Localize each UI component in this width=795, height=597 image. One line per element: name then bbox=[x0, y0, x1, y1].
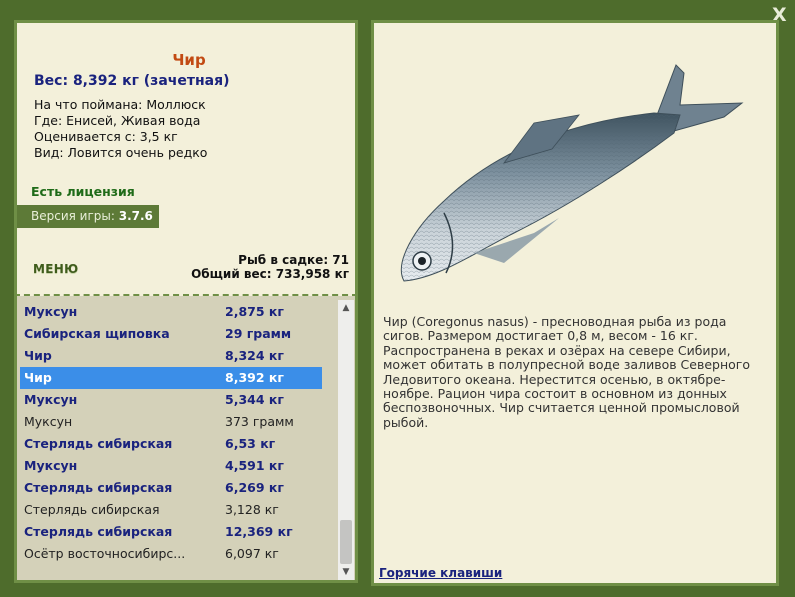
list-item[interactable]: Стерлядь сибирская 6,53 кг bbox=[20, 433, 322, 455]
license-status: Есть лицензия bbox=[31, 184, 135, 199]
list-item-weight: 8,392 кг bbox=[225, 370, 284, 385]
list-item-weight: 5,344 кг bbox=[225, 392, 284, 407]
fish-bait: На что поймана: Моллюск bbox=[34, 97, 206, 112]
list-item[interactable]: Чир 8,324 кг bbox=[20, 345, 322, 367]
list-item-weight: 12,369 кг bbox=[225, 524, 293, 539]
list-item[interactable]: Муксун 4,591 кг bbox=[20, 455, 322, 477]
list-item[interactable]: Чир 8,392 кг bbox=[20, 367, 322, 389]
list-item[interactable]: Стерлядь сибирская 12,369 кг bbox=[20, 521, 322, 543]
version-bar: Версия игры: 3.7.6 bbox=[17, 205, 159, 228]
list-item-name: Стерлядь сибирская bbox=[24, 480, 173, 495]
scroll-thumb[interactable] bbox=[340, 520, 352, 564]
scroll-up-icon[interactable]: ▲ bbox=[338, 300, 354, 316]
list-item-name: Стерлядь сибирская bbox=[24, 502, 160, 517]
list-item-weight: 3,128 кг bbox=[225, 502, 279, 517]
fish-weight: Вес: 8,392 кг (зачетная) bbox=[34, 73, 230, 89]
keepnet-stats: Рыб в садке: 71 Общий вес: 733,958 кг bbox=[191, 253, 349, 281]
list-item-weight: 373 грамм bbox=[225, 414, 294, 429]
list-item-weight: 6,269 кг bbox=[225, 480, 284, 495]
list-item-name: Муксун bbox=[24, 392, 78, 407]
list-item-name: Стерлядь сибирская bbox=[24, 524, 173, 539]
keepnet-count: Рыб в садке: 71 bbox=[238, 253, 349, 267]
list-item-name: Чир bbox=[24, 370, 52, 385]
list-item-name: Муксун bbox=[24, 414, 73, 429]
menu-button[interactable]: МЕНЮ bbox=[33, 262, 78, 276]
list-item[interactable]: Стерлядь сибирская 6,269 кг bbox=[20, 477, 322, 499]
version-label: Версия игры: bbox=[31, 209, 115, 223]
list-item-weight: 29 грамм bbox=[225, 326, 292, 341]
list-item-name: Стерлядь сибирская bbox=[24, 436, 173, 451]
catch-list: Муксун 2,875 кг Сибирская щиповка 29 грамм Ч… bbox=[14, 296, 358, 583]
list-item[interactable]: Сибирская щиповка 29 грамм bbox=[20, 323, 322, 345]
fish-detail-panel: Чир (Coregonus nasus) - пресноводная рыб… bbox=[371, 20, 779, 586]
keepnet-total-weight: Общий вес: 733,958 кг bbox=[191, 267, 349, 281]
fish-rated-from: Оценивается с: 3,5 кг bbox=[34, 129, 178, 144]
list-item[interactable]: Муксун 2,875 кг bbox=[20, 301, 322, 323]
list-item-name: Сибирская щиповка bbox=[24, 326, 170, 341]
list-item-name: Чир bbox=[24, 348, 52, 363]
list-item[interactable]: Муксун 373 грамм bbox=[20, 411, 322, 433]
fish-description: Чир (Coregonus nasus) - пресноводная рыб… bbox=[383, 314, 751, 430]
list-item[interactable]: Осётр восточносибирс... 6,097 кг bbox=[20, 543, 322, 565]
fish-image bbox=[400, 64, 744, 282]
list-item-weight: 6,53 кг bbox=[225, 436, 276, 451]
version-value: 3.7.6 bbox=[118, 209, 153, 223]
list-item-name: Муксун bbox=[24, 304, 78, 319]
scrollbar[interactable]: ▲ ▼ bbox=[338, 300, 354, 580]
list-item-weight: 2,875 кг bbox=[225, 304, 284, 319]
list-item-weight: 8,324 кг bbox=[225, 348, 284, 363]
fish-name: Чир bbox=[172, 51, 206, 69]
list-item-weight: 6,097 кг bbox=[225, 546, 279, 561]
list-item[interactable]: Стерлядь сибирская 3,128 кг bbox=[20, 499, 322, 521]
fish-kind: Вид: Ловится очень редко bbox=[34, 145, 208, 160]
scroll-down-icon[interactable]: ▼ bbox=[338, 564, 354, 580]
fish-location: Где: Енисей, Живая вода bbox=[34, 113, 201, 128]
list-item-name: Осётр восточносибирс... bbox=[24, 546, 186, 561]
fish-info-panel: Чир Вес: 8,392 кг (зачетная) На что пойм… bbox=[14, 20, 358, 296]
list-item-name: Муксун bbox=[24, 458, 78, 473]
hotkeys-link[interactable]: Горячие клавиши bbox=[379, 566, 502, 580]
list-item[interactable]: Муксун 5,344 кг bbox=[20, 389, 322, 411]
list-item-weight: 4,591 кг bbox=[225, 458, 284, 473]
